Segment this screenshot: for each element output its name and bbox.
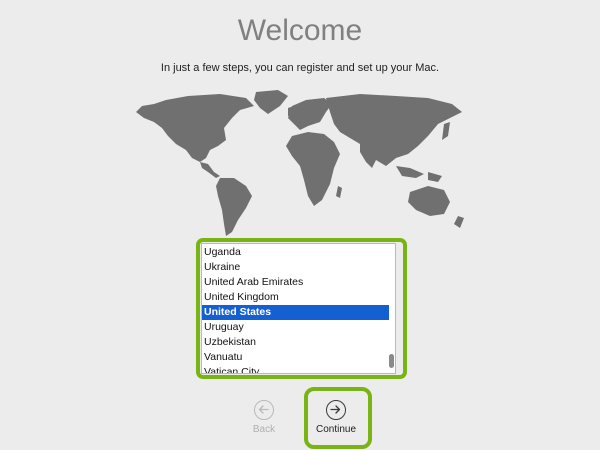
country-list[interactable]: Uganda Ukraine United Arab Emirates Unit… bbox=[201, 243, 396, 374]
country-list-item[interactable]: Uganda bbox=[202, 245, 389, 260]
world-map-image bbox=[128, 88, 472, 238]
page-title: Welcome bbox=[237, 14, 363, 47]
country-list-item[interactable]: Vatican City bbox=[202, 365, 389, 373]
country-list-item[interactable]: Ukraine bbox=[202, 260, 389, 275]
country-list-item[interactable]: United Arab Emirates bbox=[202, 275, 389, 290]
country-list-scroll-thumb[interactable] bbox=[389, 354, 394, 368]
arrow-left-circle-icon bbox=[254, 400, 274, 420]
country-list-item-selected[interactable]: United States bbox=[202, 305, 389, 320]
country-list-item[interactable]: Vanuatu bbox=[202, 350, 389, 365]
continue-button[interactable]: Continue bbox=[311, 400, 361, 435]
arrow-right-circle-icon bbox=[326, 400, 346, 420]
world-map-graphic bbox=[136, 90, 464, 236]
continue-button-label: Continue bbox=[315, 424, 357, 435]
country-list-item[interactable]: United Kingdom bbox=[202, 290, 389, 305]
welcome-screen: Welcome In just a few steps, you can reg… bbox=[0, 0, 600, 450]
country-list-item[interactable]: Uruguay bbox=[202, 320, 389, 335]
country-list-scrollbar[interactable] bbox=[389, 244, 395, 373]
back-button[interactable]: Back bbox=[239, 400, 289, 435]
back-button-label: Back bbox=[252, 424, 276, 435]
country-list-item[interactable]: Uzbekistan bbox=[202, 335, 389, 350]
page-subtitle: In just a few steps, you can register an… bbox=[160, 62, 440, 74]
